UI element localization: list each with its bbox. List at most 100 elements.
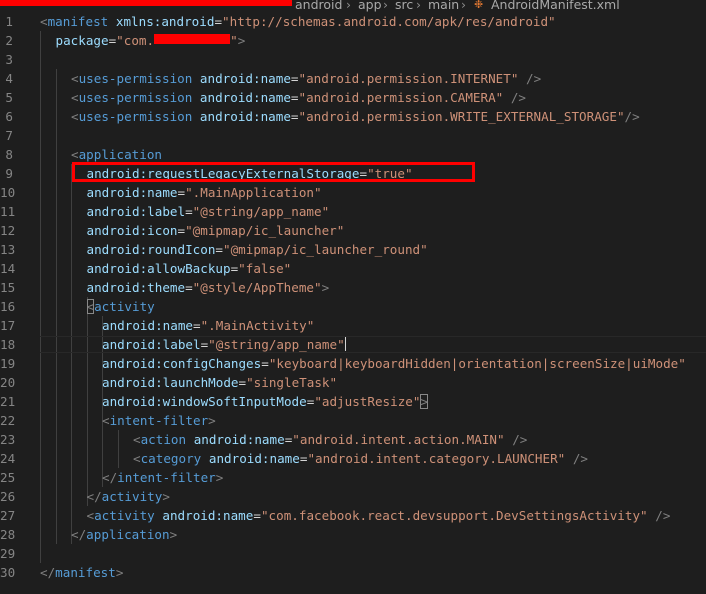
token-eq: =	[290, 71, 299, 86]
token-str: "android.permission.INTERNET"	[298, 71, 519, 86]
line-number: 12	[0, 223, 16, 238]
code-line[interactable]: 19 android:configChanges="keyboard|keyboa…	[0, 354, 706, 373]
breadcrumb-item-src[interactable]: src	[395, 0, 413, 11]
code-line[interactable]: 24 <category android:name="android.intent…	[0, 449, 706, 468]
token-punct: />	[572, 451, 589, 466]
code-text: android:theme="@style/AppTheme">	[87, 278, 330, 297]
code-line[interactable]: 29	[0, 544, 706, 563]
code-line[interactable]: 22 <intent-filter>	[0, 411, 706, 430]
code-line[interactable]: 18 android:label="@string/app_name"	[0, 335, 706, 354]
token-punct: >	[321, 280, 330, 295]
breadcrumb-item-android[interactable]: android	[295, 0, 342, 11]
token-str: "android.intent.action.MAIN"	[292, 432, 505, 447]
code-line[interactable]: 20 android:launchMode="singleTask"	[0, 373, 706, 392]
code-line[interactable]: 6 <uses-permission android:name="android.…	[0, 107, 706, 126]
line-number: 14	[0, 261, 16, 276]
token-eq: =	[290, 109, 299, 124]
line-number: 26	[0, 489, 16, 504]
token-attr: android:theme	[86, 280, 186, 295]
code-line[interactable]: 28 </application>	[0, 525, 706, 544]
code-line[interactable]: 4 <uses-permission android:name="android.…	[0, 69, 706, 88]
token-punct: <	[102, 413, 110, 428]
line-number: 4	[5, 71, 13, 86]
code-line[interactable]: 5 <uses-permission android:name="android.…	[0, 88, 706, 107]
code-text: android:roundIcon="@mipmap/ic_launcher_r…	[87, 240, 428, 259]
code-text: android:configChanges="keyboard|keyboard…	[102, 354, 686, 373]
token-match: >	[420, 394, 429, 409]
code-text: <action android:name="android.intent.act…	[133, 430, 527, 449]
line-number: 2	[5, 33, 13, 48]
chevron-right-icon: ›	[416, 0, 421, 12]
code-line[interactable]: 1 <manifest xmlns:android="http://schemas…	[0, 12, 706, 31]
code-text: <uses-permission android:name="android.p…	[71, 69, 541, 88]
token-punct: />	[526, 71, 542, 86]
line-number: 25	[0, 470, 16, 485]
code-line[interactable]: 27 <activity android:name="com.facebook.r…	[0, 506, 706, 525]
token-punct: />	[510, 90, 526, 105]
code-line[interactable]: 17 android:name=".MainActivity"	[0, 316, 706, 335]
breadcrumb-item-app[interactable]: app	[358, 0, 382, 11]
code-line[interactable]: 3	[0, 50, 706, 69]
code-editor[interactable]: 1 <manifest xmlns:android="http://schemas…	[0, 12, 706, 594]
code-line[interactable]: 15 android:theme="@style/AppTheme">	[0, 278, 706, 297]
chevron-right-icon: ›	[383, 0, 388, 12]
token-punct: <	[133, 432, 141, 447]
line-number: 15	[0, 280, 16, 295]
chevron-right-icon: ›	[346, 0, 351, 12]
token-tag: intent-filter	[117, 470, 216, 485]
code-line[interactable]: 16 <activity	[0, 297, 706, 316]
token-str: "http://schemas.android.com/apk/res/andr…	[222, 14, 556, 29]
code-text: <activity android:name="com.facebook.rea…	[87, 506, 671, 525]
annotation-highlight-box	[72, 162, 475, 182]
token-tag: activity	[94, 508, 155, 523]
token-attr: android:name	[208, 451, 300, 466]
token-eq: =	[214, 14, 223, 29]
code-line[interactable]: 2 package="com. ">	[0, 31, 706, 50]
line-number: 18	[0, 337, 16, 352]
breadcrumb-item-main[interactable]: main	[428, 0, 459, 11]
line-number: 3	[5, 52, 13, 67]
code-text: </activity>	[87, 487, 170, 506]
token-tag: activity	[94, 299, 155, 314]
token-str: "android.intent.category.LAUNCHER"	[307, 451, 566, 466]
chevron-right-icon: ›	[461, 0, 466, 12]
code-line[interactable]: 23 <action android:name="android.intent.a…	[0, 430, 706, 449]
code-line[interactable]: 13 android:roundIcon="@mipmap/ic_launcher…	[0, 240, 706, 259]
code-text: </manifest>	[40, 563, 123, 582]
code-line[interactable]: 12 android:icon="@mipmap/ic_launcher"	[0, 221, 706, 240]
token-punct: </	[40, 565, 56, 580]
line-number: 6	[5, 109, 13, 124]
token-eq: =	[238, 375, 247, 390]
token-attr: xmlns:android	[115, 14, 215, 29]
token-tag: uses-permission	[78, 109, 193, 124]
line-number: 1	[5, 14, 13, 29]
line-number: 10	[0, 185, 16, 200]
code-line[interactable]: 10 android:name=".MainApplication"	[0, 183, 706, 202]
code-line[interactable]: 30 </manifest>	[0, 563, 706, 582]
token-attr: package	[55, 33, 109, 48]
code-text: <manifest xmlns:android="http://schemas.…	[40, 12, 556, 31]
token-tag: intent-filter	[109, 413, 209, 428]
token-punct: </	[86, 489, 102, 504]
code-line[interactable]: 21 android:windowSoftInputMode="adjustRes…	[0, 392, 706, 411]
token-eq: =	[185, 204, 193, 219]
code-line[interactable]: 25 </intent-filter>	[0, 468, 706, 487]
token-tag: manifest	[55, 565, 116, 580]
token-str: ".MainActivity"	[200, 318, 315, 333]
token-punct: </	[102, 470, 118, 485]
breadcrumb-redaction	[0, 0, 292, 6]
code-text: <category android:name="android.intent.c…	[133, 449, 588, 468]
code-text: android:label="@string/app_name"	[102, 335, 346, 354]
code-line[interactable]: 7	[0, 126, 706, 145]
code-line[interactable]: 11 android:label="@string/app_name"	[0, 202, 706, 221]
breadcrumb-item-file[interactable]: AndroidManifest.xml	[491, 0, 620, 11]
token-tag: category	[140, 451, 202, 466]
code-line[interactable]: 14 android:allowBackup="false"	[0, 259, 706, 278]
line-number: 16	[0, 299, 16, 314]
code-line[interactable]: 26 </activity>	[0, 487, 706, 506]
token-tag: uses-permission	[78, 90, 193, 105]
token-attr: android:name	[199, 90, 291, 105]
